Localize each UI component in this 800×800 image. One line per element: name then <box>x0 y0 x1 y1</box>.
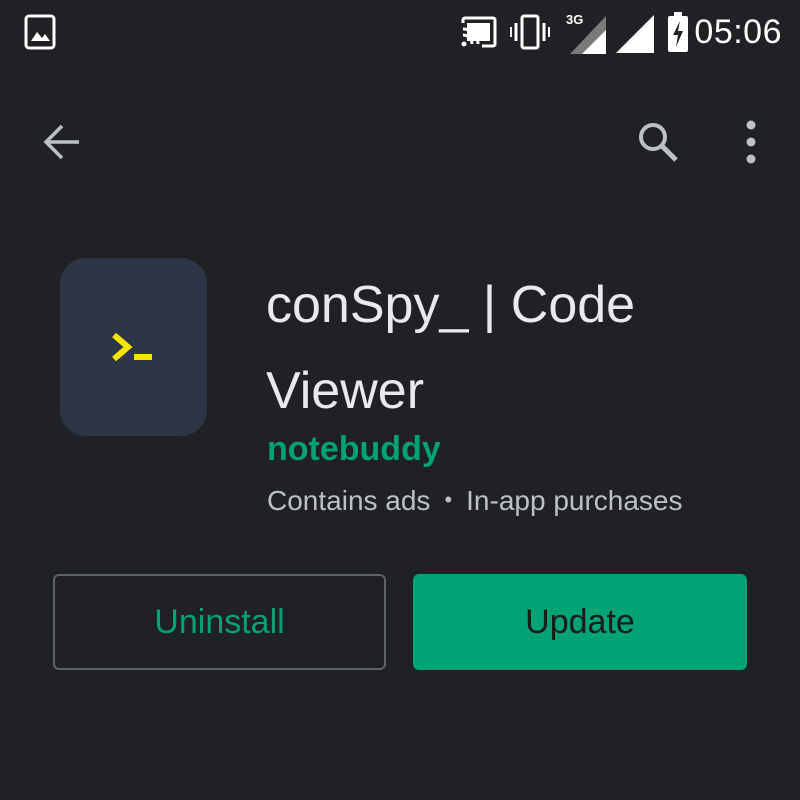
wifi-signal-icon <box>616 15 654 53</box>
status-time: 05:06 <box>694 13 782 51</box>
more-vert-icon <box>746 120 756 164</box>
arrow-back-icon <box>43 124 79 160</box>
back-button[interactable] <box>22 102 102 182</box>
more-options-button[interactable] <box>711 102 791 182</box>
app-icon <box>60 258 207 436</box>
cast-icon <box>461 16 497 48</box>
image-notification-icon <box>24 14 56 50</box>
update-button-label: Update <box>525 602 635 641</box>
meta-separator: • <box>444 487 453 512</box>
vibrate-icon <box>510 14 550 50</box>
app-title: conSpy_ | Code Viewer <box>266 276 636 420</box>
terminal-prompt-icon <box>112 332 152 362</box>
update-button[interactable]: Update <box>413 574 747 670</box>
search-button[interactable] <box>618 102 698 182</box>
uninstall-button-label: Uninstall <box>154 602 285 641</box>
contains-ads-label: Contains ads <box>267 485 431 516</box>
top-app-bar <box>0 100 800 190</box>
uninstall-button[interactable]: Uninstall <box>53 574 386 670</box>
developer-link[interactable]: notebuddy <box>267 430 441 469</box>
status-bar: 3G 05:06 <box>0 0 800 70</box>
search-icon <box>639 123 678 162</box>
in-app-purchases-label: In-app purchases <box>466 485 683 516</box>
battery-charging-icon <box>668 12 688 52</box>
app-meta-info: Contains ads • In-app purchases <box>267 485 683 517</box>
mobile-signal-icon: 3G <box>566 12 606 54</box>
